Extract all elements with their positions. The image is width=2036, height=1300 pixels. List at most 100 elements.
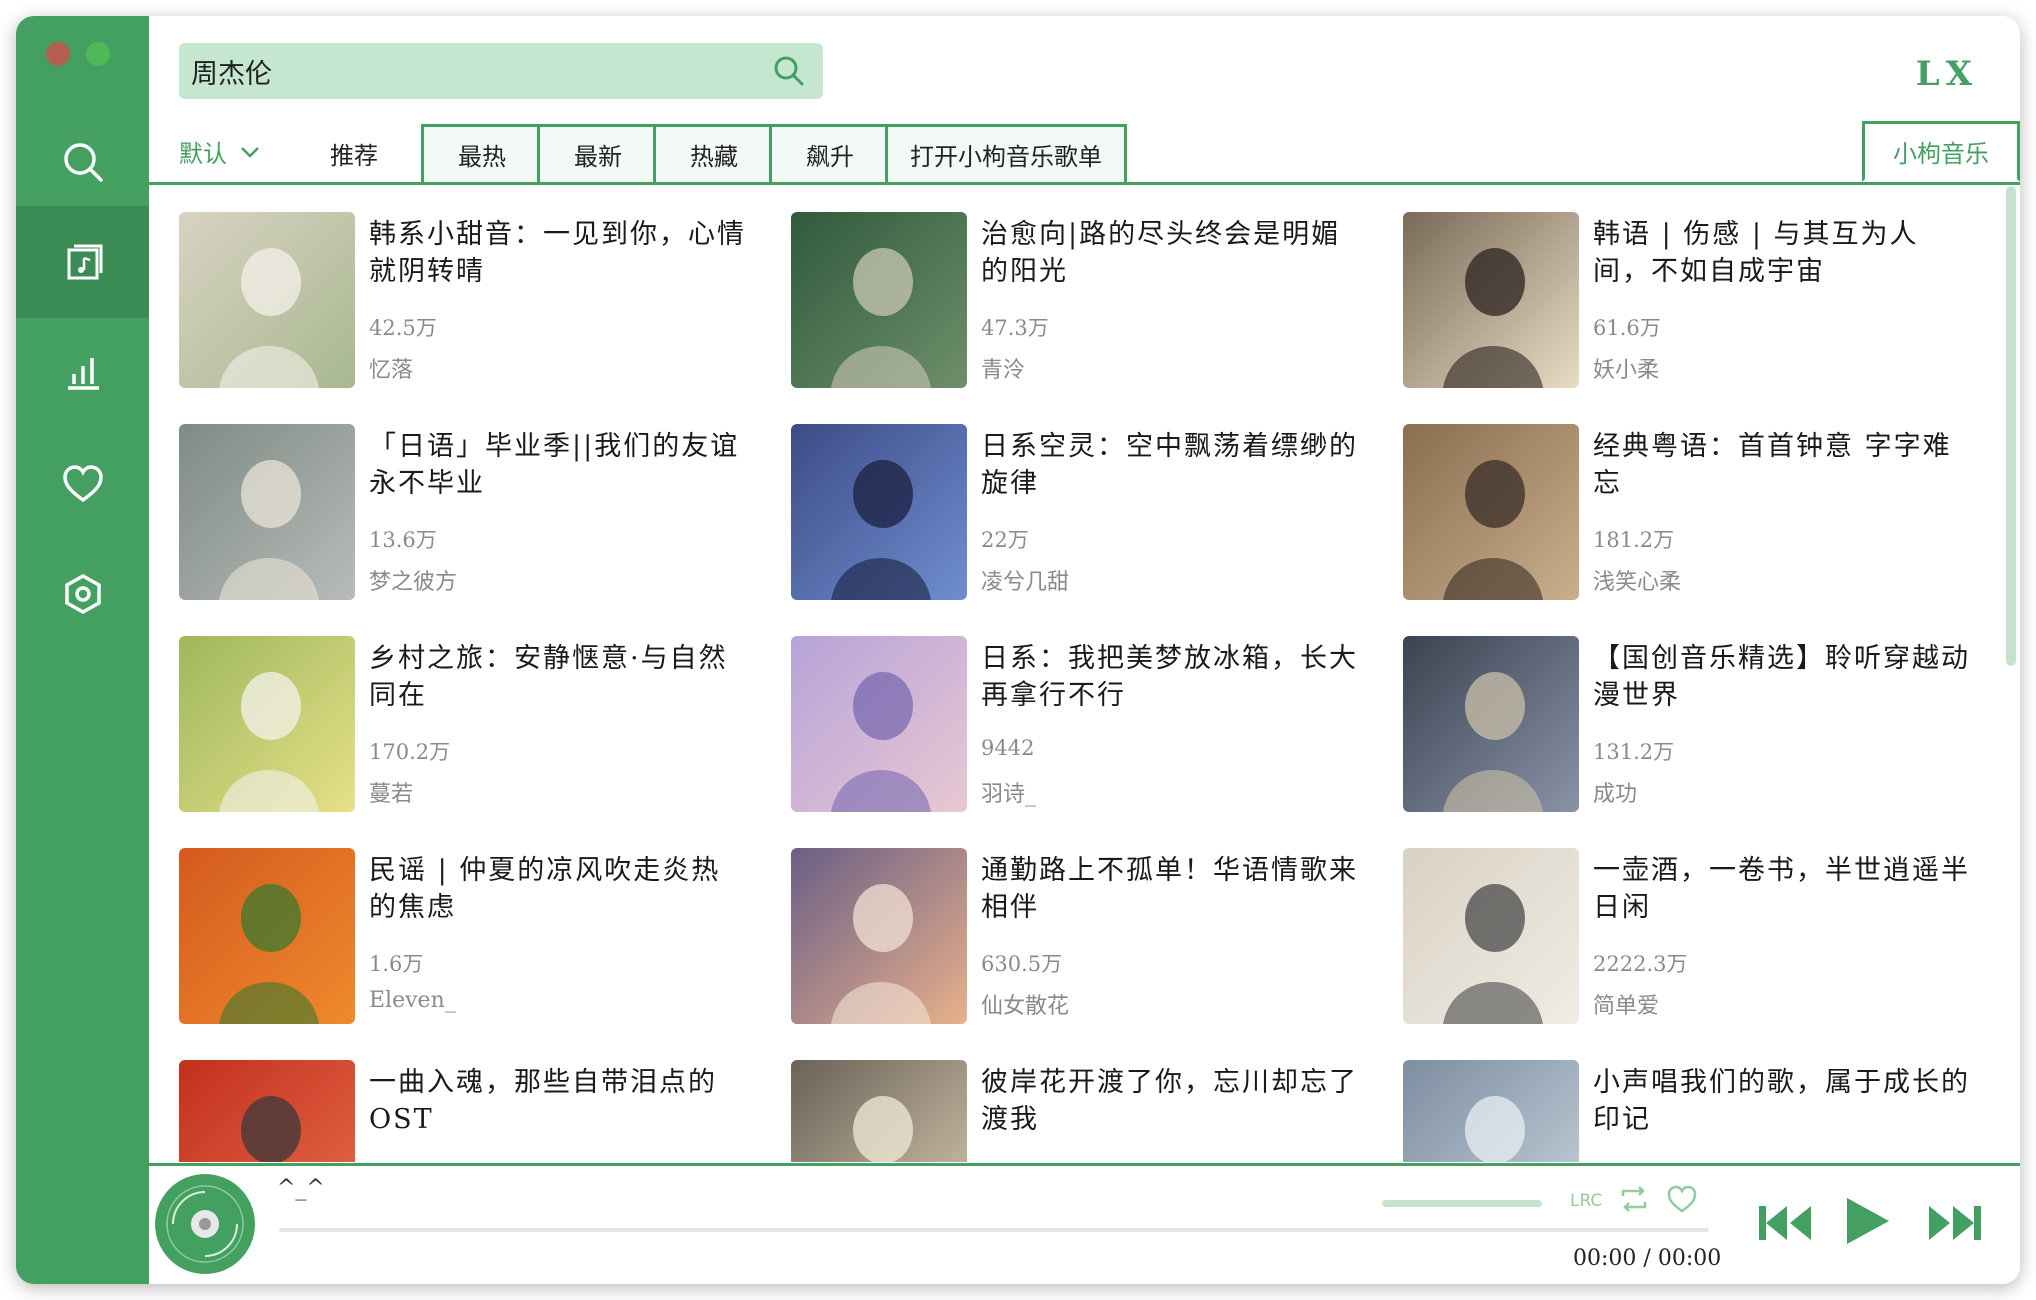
playlist-card[interactable]: 治愈向|路的尽头终会是明媚的阳光 47.3万 青泠 [791,212,1371,388]
sidebar-item-search[interactable] [16,106,149,218]
playlist-cover[interactable] [791,636,967,812]
tab-label: 飙升 [806,143,854,171]
song-list-icon [67,244,102,280]
sidebar [16,16,149,1284]
playlist-title[interactable]: 一曲入魂，那些自带泪点的OST [369,1064,749,1138]
playlist-title[interactable]: 民谣 | 仲夏的凉风吹走炎热的焦虑 [369,852,749,926]
playlist-title[interactable]: 彼岸花开渡了你，忘川却忘了渡我 [981,1064,1361,1138]
playlist-play-count: 42.5万 [369,316,437,340]
playlist-card[interactable]: 彼岸花开渡了你，忘川却忘了渡我 [791,1060,1371,1162]
playlist-play-count: 47.3万 [981,316,1049,340]
sidebar-item-favorites[interactable] [16,428,149,540]
playlist-author: 妖小柔 [1593,358,1660,383]
playlist-card[interactable]: 一壶酒，一卷书，半世逍遥半日闲 2222.3万 简单爱 [1403,848,1979,1024]
tab-new[interactable]: 最新 [537,124,659,182]
search-input-value[interactable]: 周杰伦 [191,52,769,91]
playlist-title[interactable]: 日系空灵：空中飘荡着缥缈的旋律 [981,428,1361,502]
repeat-icon[interactable] [1617,1182,1651,1216]
volume-slider[interactable] [1382,1200,1542,1207]
playlist-title[interactable]: 治愈向|路的尽头终会是明媚的阳光 [981,216,1361,290]
playlist-play-count: 13.6万 [369,528,437,552]
playlist-cover[interactable] [1403,424,1579,600]
playlist-cover[interactable] [179,1060,355,1162]
window-close-button[interactable] [46,42,70,66]
playlist-cover[interactable] [179,424,355,600]
tab-hot[interactable]: 最热 [421,124,543,182]
playlist-cover[interactable] [1403,1060,1579,1162]
playlist-play-count: 1.6万 [369,952,424,976]
tab-rising[interactable]: 飙升 [769,124,891,182]
sidebar-item-song-list[interactable] [16,206,149,318]
sidebar-item-settings[interactable] [16,538,149,650]
playlist-title[interactable]: 一壶酒，一卷书，半世逍遥半日闲 [1593,852,1973,926]
playlist-title[interactable]: 【国创音乐精选】聆听穿越动漫世界 [1593,640,1973,714]
playlist-card[interactable]: 小声唱我们的歌，属于成长的印记 [1403,1060,1979,1162]
playlist-cover[interactable] [1403,848,1579,1024]
playlist-cover[interactable] [179,848,355,1024]
heart-icon [62,465,103,503]
settings-icon [64,573,101,615]
playlist-title[interactable]: 日系：我把美梦放冰箱，长大再拿行不行 [981,640,1361,714]
playlist-author: 简单爱 [1593,994,1660,1019]
playlist-cover[interactable] [791,1060,967,1162]
previous-track-button[interactable] [1755,1198,1815,1248]
leaderboard-icon [67,358,99,390]
tab-collect[interactable]: 热藏 [653,124,775,182]
playlist-card[interactable]: 民谣 | 仲夏的凉风吹走炎热的焦虑 1.6万 Eleven_ [179,848,759,1024]
time-separator: / [1643,1246,1651,1271]
playlist-title[interactable]: 通勤路上不孤单！华语情歌来相伴 [981,852,1361,926]
heart-icon[interactable] [1665,1182,1699,1216]
sort-label: 默认 [179,140,227,168]
time-total: 00:00 [1657,1246,1722,1271]
sort-dropdown[interactable]: 默认 [179,134,263,169]
playlist-author: 成功 [1593,782,1638,807]
playlist-cover[interactable] [179,636,355,812]
playlist-cover[interactable] [791,424,967,600]
playlist-cover[interactable] [791,212,967,388]
source-selector[interactable]: 小枸音乐 [1862,121,2020,182]
playlist-card[interactable]: 通勤路上不孤单！华语情歌来相伴 630.5万 仙女散花 [791,848,1371,1024]
playlist-card[interactable]: 「日语」毕业季||我们的友谊永不毕业 13.6万 梦之彼方 [179,424,759,600]
progress-bar[interactable] [279,1228,1709,1232]
playlist-card[interactable]: 乡村之旅：安静惬意·与自然同在 170.2万 蔓若 [179,636,759,812]
playlist-author: 忆落 [369,358,414,383]
tab-label: 最新 [574,143,622,171]
time-display: 00:00 / 00:00 [1573,1246,1721,1271]
app-window: 周杰伦 LX 默认 推荐 最热 最新 热藏 飙升 打开小枸音乐歌单 小枸音乐 韩… [16,16,2020,1284]
tab-open-playlist[interactable]: 打开小枸音乐歌单 [885,124,1127,182]
playlist-card[interactable]: 【国创音乐精选】聆听穿越动漫世界 131.2万 成功 [1403,636,1979,812]
tab-label: 打开小枸音乐歌单 [910,143,1102,171]
song-name: ^_^ [277,1176,325,1201]
playlist-cover[interactable] [791,848,967,1024]
playlist-title[interactable]: 乡村之旅：安静惬意·与自然同在 [369,640,749,714]
search-icon[interactable] [769,51,809,91]
playlist-card[interactable]: 韩语 | 伤感 | 与其互为人间，不如自成宇宙 61.6万 妖小柔 [1403,212,1979,388]
playlist-title[interactable]: 「日语」毕业季||我们的友谊永不毕业 [369,428,749,502]
playlist-cover[interactable] [1403,636,1579,812]
playlist-grid: 韩系小甜音：一见到你，心情就阴转晴 42.5万忆落 治愈向|路的尽头终会是明媚的阳光… [179,212,1979,1162]
playlist-card[interactable]: 经典粤语：首首钟意 字字难忘 181.2万 浅笑心柔 [1403,424,1979,600]
window-minimize-button[interactable] [86,42,110,66]
scrollbar-thumb[interactable] [2006,186,2016,666]
next-track-button[interactable] [1925,1198,1985,1248]
playlist-card[interactable]: 一曲入魂，那些自带泪点的OST [179,1060,759,1162]
playlist-card[interactable]: 日系：我把美梦放冰箱，长大再拿行不行 9442 羽诗_ [791,636,1371,812]
lyric-icon[interactable]: LRC [1569,1182,1603,1216]
play-button[interactable] [1843,1194,1891,1248]
source-label: 小枸音乐 [1893,140,1989,168]
playlist-card[interactable]: 日系空灵：空中飘荡着缥缈的旋律 22万 凌兮几甜 [791,424,1371,600]
album-disc-icon[interactable] [153,1172,257,1276]
playlist-title[interactable]: 经典粤语：首首钟意 字字难忘 [1593,428,1973,502]
playlist-cover[interactable] [179,212,355,388]
playlist-title[interactable]: 小声唱我们的歌，属于成长的印记 [1593,1064,1973,1138]
tab-label: 最热 [458,143,506,171]
playlist-card[interactable]: 韩系小甜音：一见到你，心情就阴转晴 42.5万忆落 [179,212,759,388]
playlist-title[interactable]: 韩系小甜音：一见到你，心情就阴转晴 [369,216,749,290]
sidebar-item-leaderboard[interactable] [16,316,149,428]
playlist-cover[interactable] [1403,212,1579,388]
tab-recommend[interactable]: 推荐 [299,124,409,182]
playlist-author: 凌兮几甜 [981,570,1070,595]
playlist-play-count: 2222.3万 [1593,952,1688,976]
search-input[interactable]: 周杰伦 [179,43,823,99]
playlist-title[interactable]: 韩语 | 伤感 | 与其互为人间，不如自成宇宙 [1593,216,1973,290]
